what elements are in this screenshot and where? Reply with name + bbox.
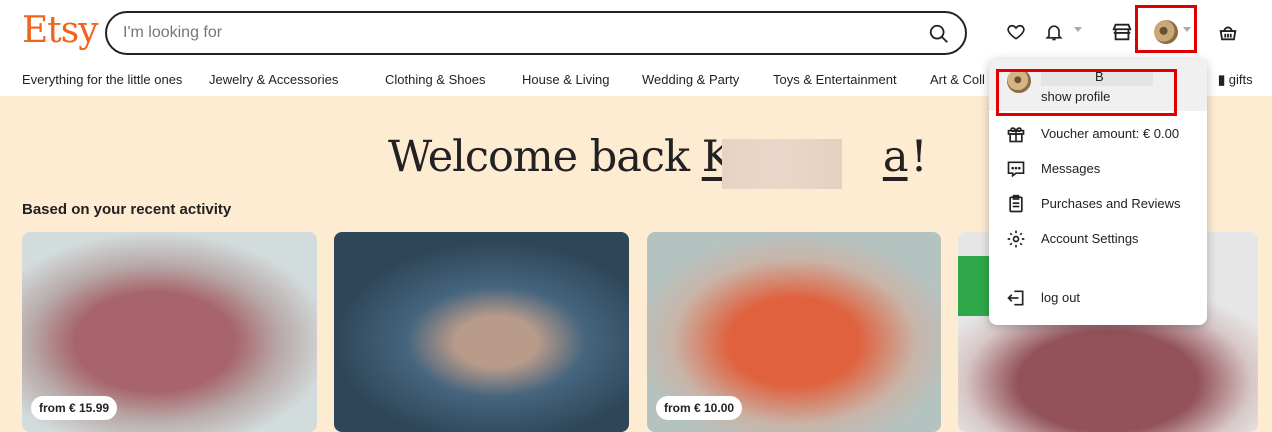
search-bar: [105, 11, 967, 55]
etsy-logo[interactable]: Etsy: [22, 9, 99, 53]
nav-item-art[interactable]: Art & Coll: [930, 72, 985, 87]
menu-item-logout[interactable]: log out: [989, 281, 1207, 315]
search-input[interactable]: [123, 21, 903, 45]
shop-icon: [1112, 23, 1132, 41]
avatar: [1007, 69, 1031, 93]
chevron-down-icon[interactable]: [1183, 27, 1191, 32]
nav-item-gifts-label: gifts: [1228, 72, 1253, 87]
price-badge: from € 10.00: [656, 396, 743, 420]
welcome-prefix: Welcome back: [388, 132, 702, 182]
nav-item-little-ones[interactable]: Everything for the little ones: [22, 72, 182, 87]
chevron-down-icon[interactable]: [1074, 27, 1082, 32]
nav-item-gifts[interactable]: ▮ gifts: [1218, 72, 1253, 88]
welcome-heading: Welcome back Ka !: [388, 127, 928, 187]
menu-item-label: Voucher amount: € 0.00: [1041, 126, 1180, 141]
gift-icon: ▮: [1218, 72, 1226, 87]
menu-item-label: Messages: [1041, 161, 1101, 176]
user-name-end: a: [882, 132, 909, 182]
avatar: [1154, 20, 1178, 44]
show-profile-link[interactable]: B show profile: [989, 59, 1207, 111]
menu-item-label: Purchases and Reviews: [1041, 196, 1181, 211]
profile-name: B: [1095, 69, 1104, 84]
menu-item-purchases[interactable]: Purchases and Reviews: [989, 187, 1207, 221]
etsy-page: Etsy Everything for the little ones: [0, 0, 1272, 432]
nav-item-jewelry[interactable]: Jewelry & Accessories: [209, 72, 338, 87]
favorites-button[interactable]: [1002, 18, 1030, 46]
bell-icon: [1045, 25, 1063, 41]
show-profile-label: show profile: [1041, 89, 1111, 104]
product-card[interactable]: [334, 232, 629, 432]
product-card[interactable]: from € 15.99: [22, 232, 317, 432]
clipboard-icon: [1005, 193, 1027, 215]
notifications-button[interactable]: [1040, 18, 1068, 46]
header: Etsy: [0, 0, 1272, 64]
account-menu-button[interactable]: [1152, 18, 1180, 46]
cart-button[interactable]: [1214, 18, 1242, 46]
recent-activity-heading: Based on your recent activity: [22, 201, 232, 218]
nav-item-clothing[interactable]: Clothing & Shoes: [385, 72, 485, 87]
menu-item-settings[interactable]: Account Settings: [989, 222, 1207, 256]
nav-item-house[interactable]: House & Living: [522, 72, 609, 87]
nav-item-wedding[interactable]: Wedding & Party: [642, 72, 739, 87]
nav-item-toys[interactable]: Toys & Entertainment: [773, 72, 897, 87]
menu-item-label: log out: [1041, 290, 1081, 305]
search-button[interactable]: [925, 20, 953, 48]
logout-icon: [1005, 287, 1027, 309]
price-badge: from € 15.99: [31, 396, 118, 420]
menu-item-label: Account Settings: [1041, 231, 1139, 246]
basket-icon: [1219, 26, 1237, 41]
search-icon: [929, 24, 948, 43]
product-card[interactable]: from € 10.00: [647, 232, 941, 432]
gift-icon: [1005, 123, 1027, 145]
heart-icon: [1007, 24, 1025, 40]
menu-item-voucher[interactable]: Voucher amount: € 0.00: [989, 117, 1207, 151]
name-redaction: [722, 139, 842, 189]
message-icon: [1005, 158, 1027, 180]
menu-item-messages[interactable]: Messages: [989, 152, 1207, 186]
gear-icon: [1005, 228, 1027, 250]
shop-manager-button[interactable]: [1108, 18, 1136, 46]
account-dropdown: B show profile Voucher amount: € 0.00 Me…: [989, 59, 1207, 325]
